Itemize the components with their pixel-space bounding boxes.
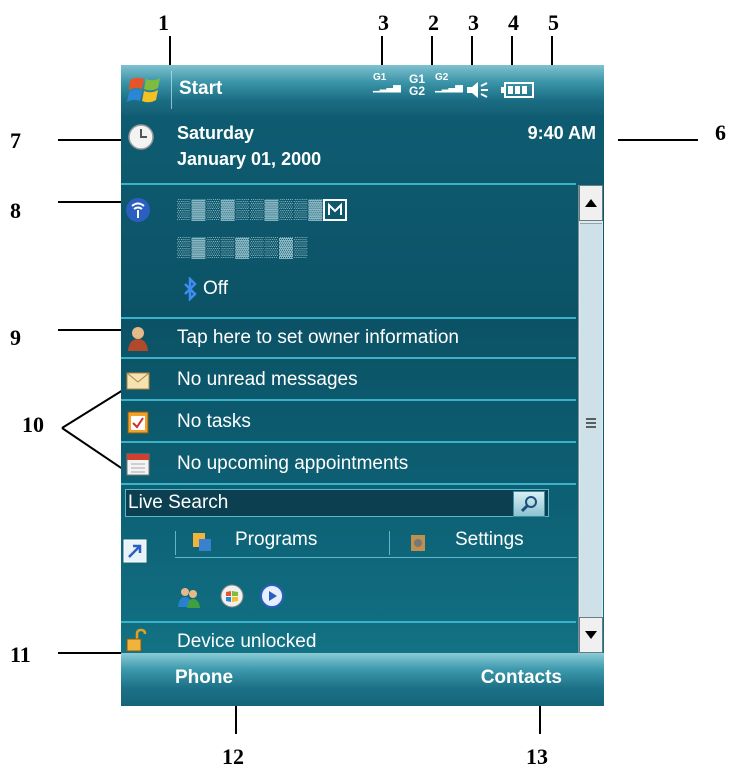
media-player-icon[interactable]	[259, 583, 285, 609]
contacts-people-icon[interactable]	[177, 585, 201, 609]
search-icon	[520, 496, 537, 513]
signal-bars-icon: ▁▂▃▅	[435, 82, 463, 93]
signal-g2-icon: G2 ▁▂▃▅	[435, 73, 463, 93]
arrow-down-icon	[585, 631, 597, 639]
divider	[121, 317, 576, 319]
scroll-up-button[interactable]	[579, 185, 603, 221]
divider	[121, 621, 576, 623]
live-search-box[interactable]: Live Search	[125, 489, 549, 517]
device-lock-status[interactable]: Device unlocked	[177, 631, 316, 653]
messages-status[interactable]: No unread messages	[177, 369, 358, 391]
bluetooth-icon[interactable]	[183, 277, 197, 301]
search-button[interactable]	[513, 491, 545, 517]
wireless-network-icon[interactable]	[125, 197, 151, 223]
date-label: January 01, 2000	[177, 149, 322, 169]
windows-start-flag-icon[interactable]	[127, 73, 163, 107]
start-menu-label[interactable]: Start	[179, 78, 222, 100]
network-operator-blurred: ▒▓▒▓▒▒▓▒▒▓	[177, 199, 324, 220]
programs-icon	[193, 533, 211, 551]
appointments-status[interactable]: No upcoming appointments	[177, 453, 408, 475]
divider	[121, 357, 576, 359]
divider	[121, 399, 576, 401]
envelope-icon	[126, 372, 150, 390]
signal-g1-icon: G1 ▁▂▃▅	[373, 73, 401, 93]
day-label: Saturday	[177, 123, 255, 143]
title-bar: Start G1 ▁▂▃▅ G1 G2 G2 ▁▂▃▅	[121, 65, 604, 115]
internet-explorer-icon[interactable]	[219, 583, 245, 609]
start-divider	[171, 71, 172, 109]
bluetooth-status[interactable]: Off	[203, 278, 228, 300]
speaker-volume-icon[interactable]	[465, 79, 491, 101]
scroll-thumb[interactable]	[580, 223, 602, 623]
launcher-shortcut-icon[interactable]	[123, 539, 147, 563]
clock-icon	[128, 124, 154, 150]
date-time-row[interactable]: Saturday January 01, 2000 9:40 AM	[121, 115, 604, 183]
vertical-scrollbar[interactable]	[578, 185, 603, 653]
tasks-clipboard-icon	[127, 411, 149, 434]
network-name-blurred: ▒▓▒▒▓▒▒▓▒	[177, 237, 309, 258]
tasks-status[interactable]: No tasks	[177, 411, 251, 433]
device-screen: Start G1 ▁▂▃▅ G1 G2 G2 ▁▂▃▅ Saturday Jan…	[121, 65, 604, 706]
unlocked-padlock-icon	[126, 628, 147, 652]
tab-divider	[389, 531, 390, 555]
divider	[121, 483, 576, 485]
time-label[interactable]: 9:40 AM	[528, 123, 596, 144]
calendar-icon	[126, 453, 150, 476]
owner-person-icon	[128, 327, 148, 351]
signal-bars-icon: ▁▂▃▅	[373, 82, 401, 93]
line-g1-g2-icon: G1 G2	[409, 73, 425, 97]
owner-info-link[interactable]: Tap here to set owner information	[177, 327, 459, 349]
softkey-bar: Phone Contacts	[121, 653, 604, 706]
tab-divider	[175, 531, 176, 555]
sim-card-icon	[323, 199, 347, 221]
phone-softkey[interactable]: Phone	[175, 667, 233, 689]
tabs-underline	[175, 557, 577, 558]
tab-settings[interactable]: Settings	[455, 529, 524, 557]
line-label-g2: G2	[409, 84, 426, 98]
live-search-input[interactable]: Live Search	[128, 492, 228, 514]
battery-icon[interactable]	[501, 81, 535, 99]
settings-gear-icon	[411, 535, 425, 551]
divider	[121, 441, 576, 443]
arrow-up-icon	[585, 199, 597, 207]
scroll-down-button[interactable]	[579, 617, 603, 653]
divider	[121, 183, 576, 185]
contacts-softkey[interactable]: Contacts	[481, 667, 562, 689]
grip-icon	[586, 418, 596, 428]
tab-programs[interactable]: Programs	[235, 529, 317, 557]
